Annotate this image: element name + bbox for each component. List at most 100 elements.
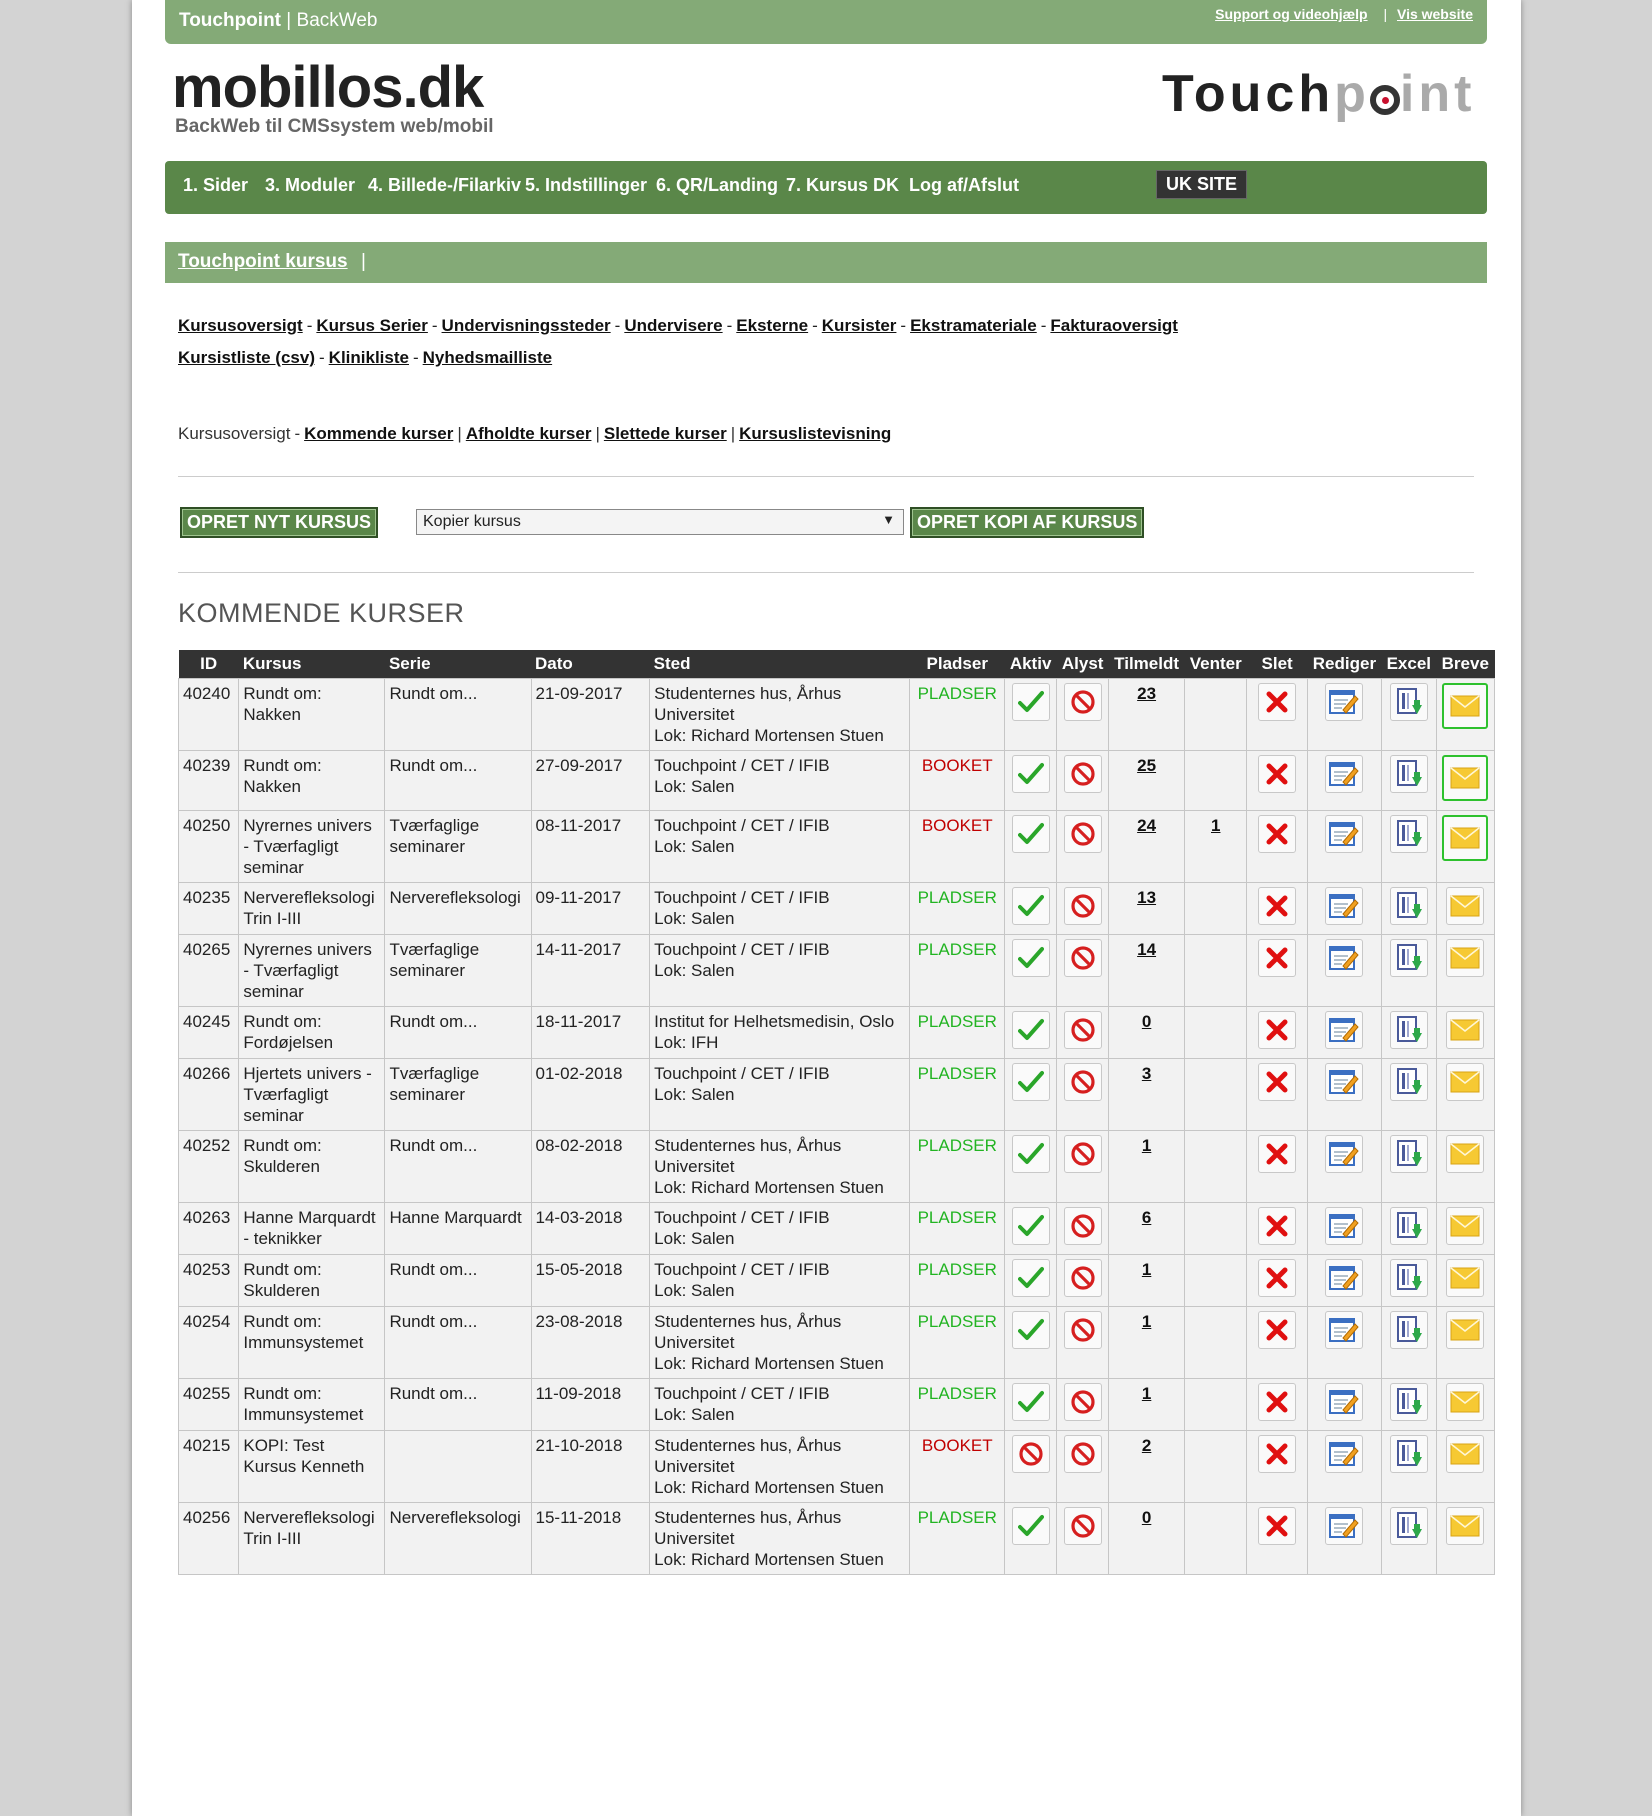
link-kursister[interactable]: Kursister <box>822 316 897 335</box>
link-eksterne[interactable]: Eksterne <box>736 316 808 335</box>
delete-x-icon[interactable] <box>1258 755 1297 793</box>
delete-x-icon[interactable] <box>1258 1435 1297 1473</box>
excel-export-icon[interactable] <box>1389 683 1428 721</box>
cancel-ban-icon[interactable] <box>1063 1207 1102 1245</box>
inactive-ban-icon[interactable] <box>1011 1435 1050 1473</box>
edit-icon[interactable] <box>1325 1383 1364 1421</box>
nav-indstillinger[interactable]: 5. Indstillinger <box>525 175 647 196</box>
tilmeldt-link[interactable]: 23 <box>1137 684 1156 703</box>
tilmeldt-link[interactable]: 24 <box>1137 816 1156 835</box>
uk-site-button[interactable]: UK SITE <box>1156 170 1248 199</box>
delete-x-icon[interactable] <box>1258 1207 1297 1245</box>
active-check-icon[interactable] <box>1011 1207 1050 1245</box>
link-kursusoversigt[interactable]: Kursusoversigt <box>178 316 303 335</box>
edit-icon[interactable] <box>1325 1311 1364 1349</box>
tilmeldt-link[interactable]: 1 <box>1142 1260 1151 1279</box>
active-check-icon[interactable] <box>1011 939 1050 977</box>
delete-x-icon[interactable] <box>1258 1259 1297 1297</box>
letters-mail-icon[interactable] <box>1446 1207 1485 1245</box>
delete-x-icon[interactable] <box>1258 887 1297 925</box>
nav-billede-filarkiv[interactable]: 4. Billede-/Filarkiv <box>368 175 521 196</box>
cancel-ban-icon[interactable] <box>1063 1507 1102 1545</box>
cancel-ban-icon[interactable] <box>1063 815 1102 853</box>
delete-x-icon[interactable] <box>1258 683 1297 721</box>
edit-icon[interactable] <box>1325 887 1364 925</box>
active-check-icon[interactable] <box>1011 1259 1050 1297</box>
delete-x-icon[interactable] <box>1258 939 1297 977</box>
letters-mail-icon[interactable] <box>1442 683 1489 729</box>
excel-export-icon[interactable] <box>1389 1207 1428 1245</box>
crumb-afholdte[interactable]: Afholdte kurser <box>466 424 592 443</box>
active-check-icon[interactable] <box>1011 1135 1050 1173</box>
letters-mail-icon[interactable] <box>1446 1507 1485 1545</box>
letters-mail-icon[interactable] <box>1446 1011 1485 1049</box>
excel-export-icon[interactable] <box>1389 1435 1428 1473</box>
excel-export-icon[interactable] <box>1389 887 1428 925</box>
edit-icon[interactable] <box>1325 1507 1364 1545</box>
delete-x-icon[interactable] <box>1258 1135 1297 1173</box>
edit-icon[interactable] <box>1325 755 1364 793</box>
copy-course-select[interactable]: Kopier kursus ▼ <box>416 509 904 535</box>
active-check-icon[interactable] <box>1011 1011 1050 1049</box>
tilmeldt-link[interactable]: 3 <box>1142 1064 1151 1083</box>
cancel-ban-icon[interactable] <box>1063 1011 1102 1049</box>
edit-icon[interactable] <box>1325 683 1364 721</box>
tilmeldt-link[interactable]: 6 <box>1142 1208 1151 1227</box>
active-check-icon[interactable] <box>1011 815 1050 853</box>
letters-mail-icon[interactable] <box>1446 1383 1485 1421</box>
link-ekstramateriale[interactable]: Ekstramateriale <box>910 316 1037 335</box>
delete-x-icon[interactable] <box>1258 1383 1297 1421</box>
cancel-ban-icon[interactable] <box>1063 1383 1102 1421</box>
letters-mail-icon[interactable] <box>1446 887 1485 925</box>
excel-export-icon[interactable] <box>1389 1063 1428 1101</box>
link-nyhedsmailliste[interactable]: Nyhedsmailliste <box>423 348 552 367</box>
edit-icon[interactable] <box>1325 939 1364 977</box>
edit-icon[interactable] <box>1325 1207 1364 1245</box>
copy-course-button[interactable]: OPRET KOPI AF KURSUS <box>910 507 1145 538</box>
active-check-icon[interactable] <box>1011 683 1050 721</box>
link-undervisningssteder[interactable]: Undervisningssteder <box>442 316 611 335</box>
excel-export-icon[interactable] <box>1389 755 1428 793</box>
letters-mail-icon[interactable] <box>1446 1259 1485 1297</box>
delete-x-icon[interactable] <box>1258 815 1297 853</box>
support-link[interactable]: Support og videohjælp <box>1215 6 1367 22</box>
cancel-ban-icon[interactable] <box>1063 1311 1102 1349</box>
link-klinikliste[interactable]: Klinikliste <box>329 348 409 367</box>
tilmeldt-link[interactable]: 0 <box>1142 1012 1151 1031</box>
active-check-icon[interactable] <box>1011 1063 1050 1101</box>
excel-export-icon[interactable] <box>1389 1507 1428 1545</box>
nav-qr-landing[interactable]: 6. QR/Landing <box>656 175 778 196</box>
crumb-slettede[interactable]: Slettede kurser <box>604 424 727 443</box>
excel-export-icon[interactable] <box>1389 1011 1428 1049</box>
letters-mail-icon[interactable] <box>1446 1063 1485 1101</box>
delete-x-icon[interactable] <box>1258 1063 1297 1101</box>
edit-icon[interactable] <box>1325 1259 1364 1297</box>
link-kursus-serier[interactable]: Kursus Serier <box>316 316 428 335</box>
nav-kursus-dk[interactable]: 7. Kursus DK <box>786 175 899 196</box>
letters-mail-icon[interactable] <box>1446 1135 1485 1173</box>
tilmeldt-link[interactable]: 14 <box>1137 940 1156 959</box>
letters-mail-icon[interactable] <box>1442 815 1489 861</box>
nav-log-af[interactable]: Log af/Afslut <box>909 175 1019 196</box>
delete-x-icon[interactable] <box>1258 1311 1297 1349</box>
edit-icon[interactable] <box>1325 1135 1364 1173</box>
crumb-kommende[interactable]: Kommende kurser <box>304 424 453 443</box>
letters-mail-icon[interactable] <box>1446 1311 1485 1349</box>
edit-icon[interactable] <box>1325 815 1364 853</box>
link-undervisere[interactable]: Undervisere <box>624 316 722 335</box>
active-check-icon[interactable] <box>1011 1311 1050 1349</box>
delete-x-icon[interactable] <box>1258 1011 1297 1049</box>
cancel-ban-icon[interactable] <box>1063 1435 1102 1473</box>
letters-mail-icon[interactable] <box>1446 1435 1485 1473</box>
active-check-icon[interactable] <box>1011 1383 1050 1421</box>
active-check-icon[interactable] <box>1011 1507 1050 1545</box>
link-kursistliste[interactable]: Kursistliste (csv) <box>178 348 315 367</box>
active-check-icon[interactable] <box>1011 887 1050 925</box>
edit-icon[interactable] <box>1325 1063 1364 1101</box>
nav-moduler[interactable]: 3. Moduler <box>265 175 355 196</box>
tilmeldt-link[interactable]: 1 <box>1142 1312 1151 1331</box>
excel-export-icon[interactable] <box>1389 1135 1428 1173</box>
cancel-ban-icon[interactable] <box>1063 1063 1102 1101</box>
tilmeldt-link[interactable]: 13 <box>1137 888 1156 907</box>
edit-icon[interactable] <box>1325 1435 1364 1473</box>
